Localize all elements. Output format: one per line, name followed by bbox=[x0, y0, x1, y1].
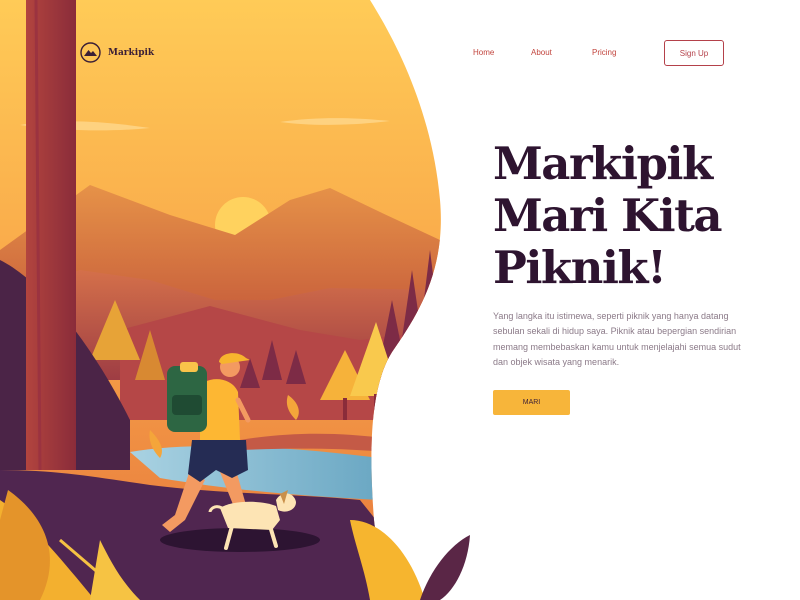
nav-link-about[interactable]: About bbox=[531, 48, 552, 57]
hero-headline: Markipik Mari Kita Piknik! bbox=[493, 138, 793, 294]
headline-line: Markipik bbox=[493, 137, 713, 190]
top-navigation: Home About Pricing Sign Up bbox=[0, 40, 800, 66]
hero-description: Yang langka itu istimewa, seperti piknik… bbox=[493, 311, 741, 368]
sign-up-button[interactable]: Sign Up bbox=[664, 40, 724, 66]
headline-line: Piknik! bbox=[493, 241, 667, 294]
nav-link-pricing[interactable]: Pricing bbox=[592, 48, 616, 57]
mari-cta-button[interactable]: MARI bbox=[493, 390, 570, 415]
nav-link-home[interactable]: Home bbox=[473, 48, 494, 57]
headline-line: Mari Kita bbox=[493, 189, 723, 242]
hero-illustration bbox=[0, 0, 470, 600]
